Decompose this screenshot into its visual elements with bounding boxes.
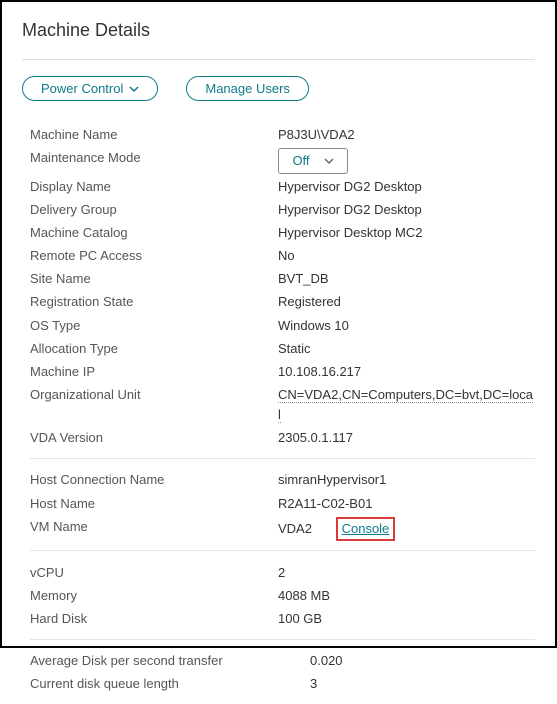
label-maintenance-mode: Maintenance Mode <box>30 148 278 174</box>
maintenance-mode-select[interactable]: Off <box>278 148 348 174</box>
value-registration-state: Registered <box>278 292 535 312</box>
value-queue-length: 3 <box>310 674 535 694</box>
value-vcpu: 2 <box>278 563 535 583</box>
label-memory: Memory <box>30 586 278 606</box>
label-host-conn: Host Connection Name <box>30 470 278 490</box>
label-site-name: Site Name <box>30 269 278 289</box>
label-vm-name: VM Name <box>30 517 278 541</box>
value-vda-version: 2305.0.1.117 <box>278 428 535 448</box>
label-os-type: OS Type <box>30 316 278 336</box>
label-machine-catalog: Machine Catalog <box>30 223 278 243</box>
title-divider <box>22 59 535 60</box>
value-os-type: Windows 10 <box>278 316 535 336</box>
section-resources: vCPU2 Memory4088 MB Hard Disk100 GB <box>30 550 535 638</box>
manage-users-label: Manage Users <box>205 81 290 96</box>
value-display-name: Hypervisor DG2 Desktop <box>278 177 535 197</box>
label-host-name: Host Name <box>30 494 278 514</box>
chevron-down-icon <box>324 156 334 166</box>
label-machine-name: Machine Name <box>30 125 278 145</box>
value-hard-disk: 100 GB <box>278 609 535 629</box>
power-control-button[interactable]: Power Control <box>22 76 158 101</box>
section-disk: Average Disk per second transfer0.020 Cu… <box>30 639 535 704</box>
action-button-row: Power Control Manage Users <box>22 76 535 101</box>
label-hard-disk: Hard Disk <box>30 609 278 629</box>
label-registration-state: Registration State <box>30 292 278 312</box>
label-machine-ip: Machine IP <box>30 362 278 382</box>
label-vda-version: VDA Version <box>30 428 278 448</box>
value-machine-catalog: Hypervisor Desktop MC2 <box>278 223 535 243</box>
label-display-name: Display Name <box>30 177 278 197</box>
value-remote-pc: No <box>278 246 535 266</box>
section-general: Machine NameP8J3U\VDA2 Maintenance Mode … <box>30 123 535 458</box>
value-avg-transfer: 0.020 <box>310 651 535 671</box>
value-vm-name: VDA2 <box>278 521 312 536</box>
label-allocation-type: Allocation Type <box>30 339 278 359</box>
label-delivery-group: Delivery Group <box>30 200 278 220</box>
label-avg-transfer: Average Disk per second transfer <box>30 651 310 671</box>
value-machine-name: P8J3U\VDA2 <box>278 125 535 145</box>
value-site-name: BVT_DB <box>278 269 535 289</box>
label-org-unit: Organizational Unit <box>30 385 278 425</box>
power-control-label: Power Control <box>41 81 123 96</box>
value-machine-ip: 10.108.16.217 <box>278 362 535 382</box>
label-remote-pc: Remote PC Access <box>30 246 278 266</box>
console-link[interactable]: Console <box>342 521 390 536</box>
page-title: Machine Details <box>22 20 535 41</box>
value-memory: 4088 MB <box>278 586 535 606</box>
label-vcpu: vCPU <box>30 563 278 583</box>
chevron-down-icon <box>129 84 139 94</box>
maintenance-mode-value: Off <box>292 151 309 171</box>
value-host-name: R2A11-C02-B01 <box>278 494 535 514</box>
value-host-conn: simranHypervisor1 <box>278 470 535 490</box>
label-queue-length: Current disk queue length <box>30 674 310 694</box>
value-org-unit[interactable]: CN=VDA2,CN=Computers,DC=bvt,DC=local <box>278 387 533 423</box>
manage-users-button[interactable]: Manage Users <box>186 76 309 101</box>
value-allocation-type: Static <box>278 339 535 359</box>
section-host: Host Connection NamesimranHypervisor1 Ho… <box>30 458 535 550</box>
console-highlight: Console <box>336 517 396 541</box>
value-delivery-group: Hypervisor DG2 Desktop <box>278 200 535 220</box>
